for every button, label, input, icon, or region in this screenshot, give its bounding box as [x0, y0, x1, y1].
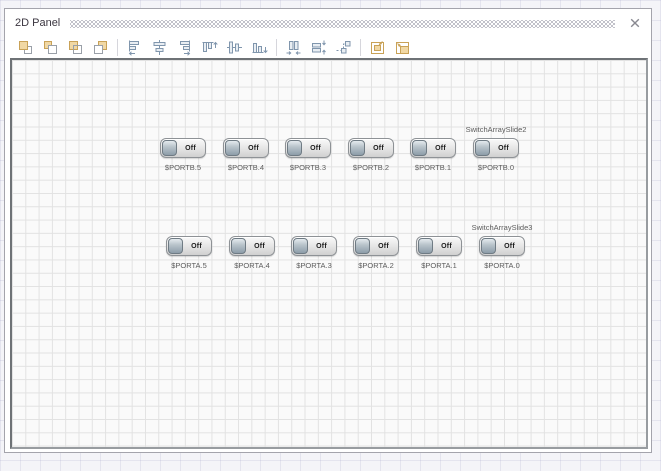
bring-forward-icon: [67, 39, 84, 56]
space-across-button[interactable]: [281, 37, 306, 58]
switch-knob[interactable]: [225, 140, 240, 156]
align-right-button[interactable]: [172, 37, 197, 58]
send-to-back-button[interactable]: [38, 37, 63, 58]
switch-state-label: Off: [504, 242, 515, 250]
switch-state-label: Off: [435, 144, 446, 152]
align-top-button[interactable]: [197, 37, 222, 58]
switch-knob[interactable]: [418, 238, 433, 254]
window-title: 2D Panel: [15, 17, 61, 29]
switch-knob[interactable]: [412, 140, 427, 156]
port-label: $PORTA.4: [234, 261, 270, 270]
switch-state-label: Off: [254, 242, 265, 250]
toggle-switch[interactable]: Off: [353, 236, 399, 256]
toolbar-separator: [360, 39, 361, 56]
switch-state-label: Off: [498, 144, 509, 152]
switch-state-label: Off: [185, 144, 196, 152]
toggle-switch[interactable]: Off: [166, 236, 212, 256]
align-center-icon: [151, 39, 168, 56]
space-down-icon: [310, 39, 327, 56]
align-left-button[interactable]: [122, 37, 147, 58]
switch-state-label: Off: [191, 242, 202, 250]
switch-knob[interactable]: [231, 238, 246, 254]
toolbar-separator: [276, 39, 277, 56]
switch-knob[interactable]: [350, 140, 365, 156]
align-right-icon: [176, 39, 193, 56]
port-label: $PORTB.2: [352, 163, 390, 172]
align-middle-button[interactable]: [222, 37, 247, 58]
2d-panel-window: 2D Panel SwitchArraySlide2 Off $PORTB.5 …: [4, 8, 652, 453]
port-label: $PORTA.2: [358, 261, 394, 270]
switch-knob[interactable]: [287, 140, 302, 156]
toggle-switch[interactable]: Off: [223, 138, 269, 158]
switch-state-label: Off: [310, 144, 321, 152]
switch-knob[interactable]: [481, 238, 496, 254]
toggle-switch[interactable]: Off: [285, 138, 331, 158]
design-canvas[interactable]: SwitchArraySlide2 Off $PORTB.5 Off $PORT…: [10, 58, 648, 449]
toggle-switch[interactable]: Off: [479, 236, 525, 256]
bring-forward-button[interactable]: [63, 37, 88, 58]
switch-knob[interactable]: [475, 140, 490, 156]
space-down-button[interactable]: [306, 37, 331, 58]
port-label: $PORTB.5: [164, 163, 202, 172]
send-backward-icon: [92, 39, 109, 56]
fit-panel-button[interactable]: [365, 37, 390, 58]
align-center-button[interactable]: [147, 37, 172, 58]
port-label: $PORTB.1: [414, 163, 452, 172]
toggle-switch[interactable]: Off: [348, 138, 394, 158]
toggle-switch[interactable]: Off: [160, 138, 206, 158]
align-left-icon: [126, 39, 143, 56]
snap-to-grid-icon: [335, 39, 352, 56]
port-label: $PORTA.0: [484, 261, 520, 270]
switch-array-caption: SwitchArraySlide3: [471, 223, 533, 232]
switch-state-label: Off: [378, 242, 389, 250]
send-to-back-icon: [42, 39, 59, 56]
port-label: $PORTB.3: [289, 163, 327, 172]
send-backward-button[interactable]: [88, 37, 113, 58]
close-icon: [630, 18, 640, 28]
title-bar[interactable]: 2D Panel: [5, 9, 651, 35]
switch-state-label: Off: [441, 242, 452, 250]
close-button[interactable]: [627, 15, 643, 31]
port-label: $PORTB.4: [227, 163, 265, 172]
switch-array-caption: SwitchArraySlide2: [465, 125, 527, 134]
align-bottom-button[interactable]: [247, 37, 272, 58]
toolbar-separator: [117, 39, 118, 56]
align-top-icon: [201, 39, 218, 56]
switch-knob[interactable]: [168, 238, 183, 254]
resize-panel-button[interactable]: [390, 37, 415, 58]
toolbar: [5, 35, 651, 60]
toggle-switch[interactable]: Off: [410, 138, 456, 158]
space-across-icon: [285, 39, 302, 56]
fit-panel-icon: [369, 39, 386, 56]
switch-state-label: Off: [373, 144, 384, 152]
switch-knob[interactable]: [293, 238, 308, 254]
toggle-switch[interactable]: Off: [291, 236, 337, 256]
bring-to-front-button[interactable]: [13, 37, 38, 58]
bring-to-front-icon: [17, 39, 34, 56]
align-middle-icon: [226, 39, 243, 56]
drag-hatch[interactable]: [70, 20, 615, 28]
switch-knob[interactable]: [162, 140, 177, 156]
port-label: $PORTA.3: [296, 261, 332, 270]
switch-knob[interactable]: [355, 238, 370, 254]
resize-panel-icon: [394, 39, 411, 56]
align-bottom-icon: [251, 39, 268, 56]
snap-to-grid-button[interactable]: [331, 37, 356, 58]
toggle-switch[interactable]: Off: [229, 236, 275, 256]
toggle-switch[interactable]: Off: [473, 138, 519, 158]
port-label: $PORTB.0: [477, 163, 515, 172]
toggle-switch[interactable]: Off: [416, 236, 462, 256]
port-label: $PORTA.1: [421, 261, 457, 270]
switch-state-label: Off: [316, 242, 327, 250]
port-label: $PORTA.5: [171, 261, 207, 270]
switch-state-label: Off: [248, 144, 259, 152]
